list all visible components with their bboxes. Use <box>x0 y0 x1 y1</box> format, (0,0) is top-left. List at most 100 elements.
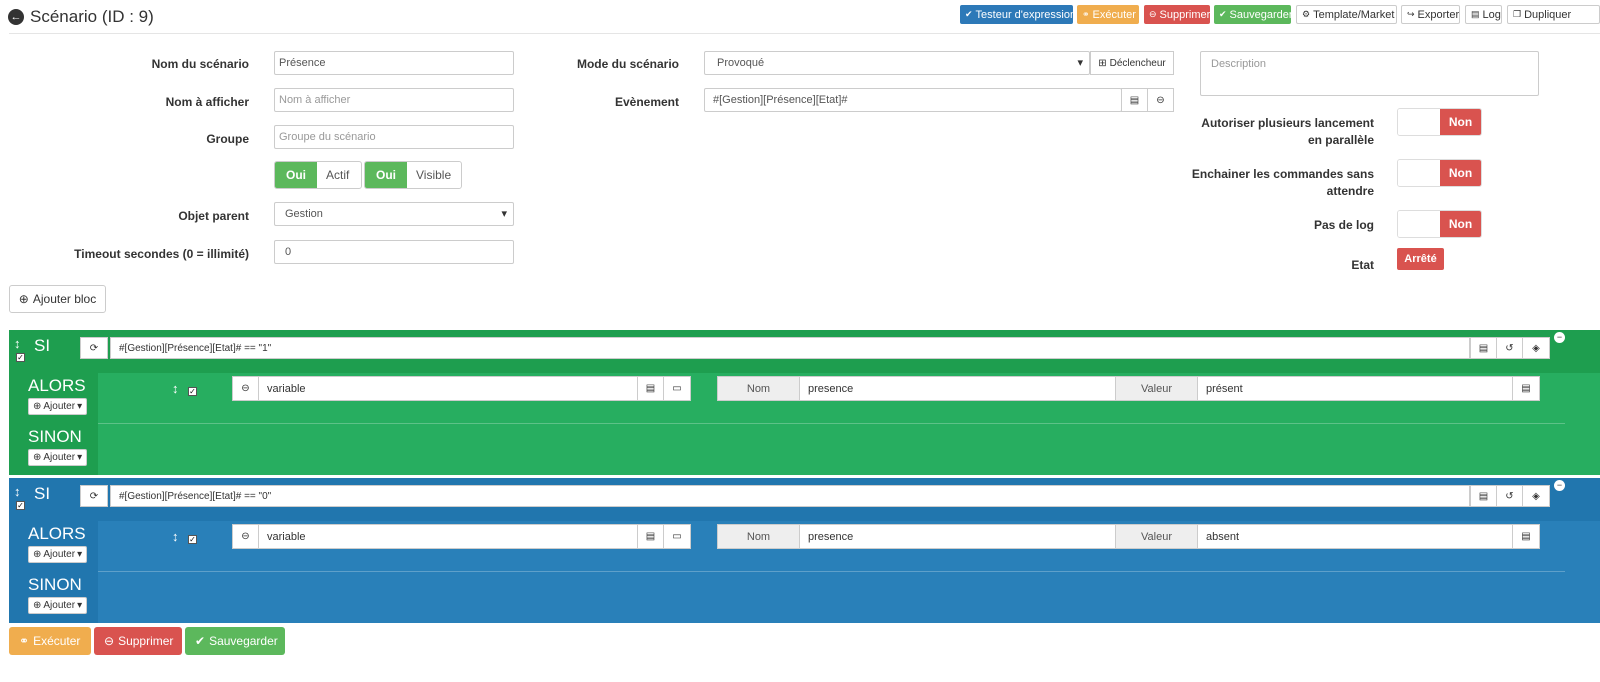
event-list-icon[interactable]: ▤ <box>1121 88 1148 112</box>
header-divider <box>9 33 1600 34</box>
remove-block-icon[interactable]: − <box>1554 332 1565 343</box>
check-circle-icon: ✔ <box>195 634 206 648</box>
execute-button[interactable]: ⚭ Exécuter <box>1077 5 1139 24</box>
parallel-switch[interactable]: Non <box>1397 108 1482 136</box>
expression-tester-button[interactable]: ✔ Testeur d'expression <box>960 5 1076 24</box>
add-block-button[interactable]: ⊕ Ajouter bloc <box>9 285 106 313</box>
footer-save-button[interactable]: ✔ Sauvegarder <box>185 627 285 655</box>
value-input[interactable]: présent <box>1197 376 1513 401</box>
minus-circle-icon: ⊖ <box>104 634 115 648</box>
history-icon[interactable]: ↺ <box>1496 337 1523 359</box>
link-icon: ⚭ <box>19 634 30 648</box>
mode-label: Mode du scénario <box>576 57 679 71</box>
active-toggle[interactable]: Oui Actif <box>274 161 362 189</box>
then-add-button[interactable]: ⊕ Ajouter ▾ <box>28 398 88 415</box>
plus-circle-icon: ⊕ <box>33 452 42 463</box>
value-input[interactable]: absent <box>1197 524 1513 549</box>
parent-object-label: Objet parent <box>178 209 249 223</box>
list-icon[interactable]: ▤ <box>1470 337 1497 359</box>
back-arrow-icon[interactable]: ← <box>8 9 24 25</box>
refresh-icon[interactable]: ⟳ <box>80 485 108 507</box>
visible-toggle[interactable]: Oui Visible <box>364 161 462 189</box>
file-icon: ▤ <box>1471 9 1480 19</box>
trigger-button[interactable]: ⊞ Déclencheur <box>1090 51 1174 75</box>
share-icon: ↪ <box>1407 9 1415 19</box>
plus-circle-icon: ⊕ <box>33 401 42 412</box>
save-button[interactable]: ✔ Sauvegarder <box>1214 5 1293 24</box>
action-list-icon[interactable]: ▤ <box>637 524 664 549</box>
name-input[interactable]: presence <box>799 524 1116 549</box>
display-name-input[interactable]: Nom à afficher <box>274 88 514 112</box>
value-list-icon[interactable]: ▤ <box>1512 524 1540 549</box>
page-title: ← Scénario (ID : 9) <box>8 7 154 27</box>
else-keyword: SINON <box>28 575 82 594</box>
action-cmd-icon[interactable]: ▭ <box>663 376 691 401</box>
copy-icon: ❐ <box>1513 9 1522 19</box>
refresh-icon[interactable]: ⟳ <box>80 337 108 359</box>
scenario-name-input[interactable]: Présence <box>274 51 514 75</box>
history-icon[interactable]: ↺ <box>1496 485 1523 507</box>
block-enable-checkbox[interactable]: ✓ <box>16 353 25 362</box>
action-drag-icon[interactable]: ↕ <box>172 381 179 396</box>
plus-circle-icon: ⊕ <box>18 292 29 306</box>
event-input[interactable]: #[Gestion][Présence][Etat]# <box>704 88 1122 112</box>
event-remove-icon[interactable]: ⊖ <box>1147 88 1174 112</box>
delete-button[interactable]: ⊖ Supprimer <box>1144 5 1210 24</box>
cube-icon[interactable]: ◈ <box>1522 485 1550 507</box>
page-title-text: Scénario (ID : 9) <box>30 7 154 26</box>
action-drag-icon[interactable]: ↕ <box>172 529 179 544</box>
drag-handle-icon[interactable]: ↕ <box>14 484 21 499</box>
remove-block-icon[interactable]: − <box>1554 480 1565 491</box>
action-enable-checkbox[interactable]: ✓ <box>188 387 197 396</box>
action-cmd-icon[interactable]: ▭ <box>663 524 691 549</box>
list-icon[interactable]: ▤ <box>1470 485 1497 507</box>
visible-yes[interactable]: Oui <box>365 162 407 188</box>
footer-delete-button[interactable]: ⊖ Supprimer <box>94 627 182 655</box>
display-name-label: Nom à afficher <box>165 95 249 109</box>
description-textarea[interactable]: Description <box>1200 51 1539 96</box>
condition-input[interactable]: #[Gestion][Présence][Etat]# == "1" <box>110 337 1470 359</box>
action-command-input[interactable]: variable <box>258 376 638 401</box>
cube-icon[interactable]: ◈ <box>1522 337 1550 359</box>
caret-down-icon: ▾ <box>77 452 83 463</box>
template-market-button[interactable]: ⚙ Template/Market <box>1296 5 1397 24</box>
caret-down-icon: ▾ <box>77 401 83 412</box>
visible-label[interactable]: Visible <box>407 162 461 188</box>
value-list-icon[interactable]: ▤ <box>1512 376 1540 401</box>
plus-circle-icon: ⊕ <box>33 549 42 560</box>
group-input[interactable]: Groupe du scénario <box>274 125 514 149</box>
action-list-icon[interactable]: ▤ <box>637 376 664 401</box>
then-keyword: ALORS <box>28 524 86 543</box>
cubes-icon: ⚙ <box>1302 9 1311 19</box>
action-remove-icon[interactable]: ⊖ <box>232 524 259 549</box>
if-keyword: SI <box>34 484 51 503</box>
mode-select[interactable]: Provoqué <box>704 51 1090 75</box>
state-label: Etat <box>1351 258 1374 272</box>
else-add-button[interactable]: ⊕ Ajouter ▾ <box>28 449 88 466</box>
check-circle-icon: ✔ <box>1219 9 1227 19</box>
action-remove-icon[interactable]: ⊖ <box>232 376 259 401</box>
nolog-switch[interactable]: Non <box>1397 210 1482 238</box>
minus-circle-icon: ⊖ <box>1149 9 1157 19</box>
parent-object-select[interactable]: Gestion <box>274 202 514 226</box>
plus-square-icon: ⊞ <box>1098 57 1107 69</box>
else-add-button[interactable]: ⊕ Ajouter ▾ <box>28 597 88 614</box>
active-label[interactable]: Actif <box>317 162 359 188</box>
duplicate-button[interactable]: ❐ Dupliquer <box>1507 5 1600 24</box>
chain-switch[interactable]: Non <box>1397 159 1482 187</box>
then-add-button[interactable]: ⊕ Ajouter ▾ <box>28 546 88 563</box>
drag-handle-icon[interactable]: ↕ <box>14 336 21 351</box>
scenario-name-label: Nom du scénario <box>151 57 249 71</box>
name-addon: Nom <box>717 524 800 549</box>
log-button[interactable]: ▤ Log <box>1465 5 1502 24</box>
timeout-input[interactable]: 0 <box>274 240 514 264</box>
action-command-input[interactable]: variable <box>258 524 638 549</box>
condition-input[interactable]: #[Gestion][Présence][Etat]# == "0" <box>110 485 1470 507</box>
footer-execute-button[interactable]: ⚭ Exécuter <box>9 627 91 655</box>
active-yes[interactable]: Oui <box>275 162 317 188</box>
export-button[interactable]: ↪ Exporter <box>1401 5 1460 24</box>
caret-down-icon: ▾ <box>77 549 83 560</box>
name-input[interactable]: presence <box>799 376 1116 401</box>
block-enable-checkbox[interactable]: ✓ <box>16 501 25 510</box>
action-enable-checkbox[interactable]: ✓ <box>188 535 197 544</box>
